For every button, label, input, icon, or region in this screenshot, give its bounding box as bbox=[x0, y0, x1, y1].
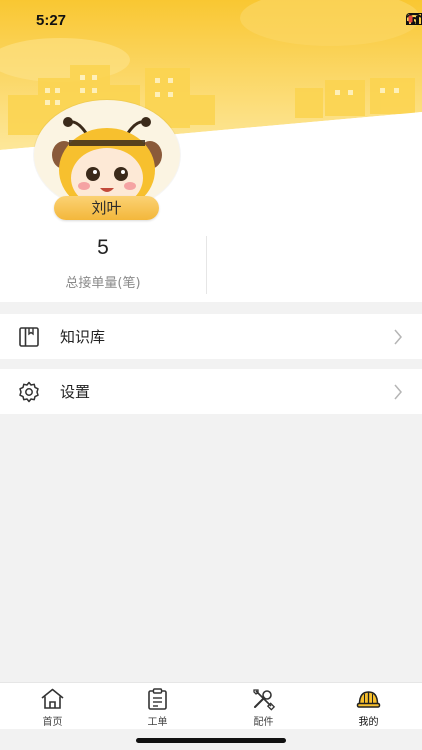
clipboard-icon bbox=[148, 688, 167, 710]
stats-divider bbox=[206, 236, 207, 294]
book-icon bbox=[19, 327, 39, 347]
helmet-icon bbox=[356, 691, 381, 708]
gear-icon bbox=[19, 381, 39, 403]
home-icon bbox=[41, 688, 64, 709]
user-name-badge: 刘叶 bbox=[54, 196, 159, 220]
bee-avatar-icon bbox=[52, 117, 162, 210]
tab-work-orders[interactable]: 工单 bbox=[105, 683, 210, 729]
tools-icon bbox=[253, 689, 276, 711]
total-orders-stat[interactable]: 5 总接单量(笔) bbox=[0, 228, 206, 302]
status-bar: 5:27 bbox=[0, 0, 422, 40]
total-orders-value: 5 bbox=[97, 236, 109, 259]
menu-item-label: 知识库 bbox=[60, 328, 106, 346]
profile-avatar-block[interactable]: 刘叶 bbox=[34, 100, 180, 222]
chevron-right-icon bbox=[394, 384, 402, 400]
tab-label: 首页 bbox=[42, 717, 63, 728]
total-orders-label: 总接单量(笔) bbox=[65, 276, 141, 291]
status-time: 5:27 bbox=[36, 12, 67, 29]
tab-label: 工单 bbox=[147, 717, 168, 728]
tab-parts[interactable]: 配件 bbox=[211, 683, 316, 729]
tab-home[interactable]: 首页 bbox=[0, 683, 105, 729]
tab-mine[interactable]: 我的 bbox=[316, 683, 421, 729]
chevron-right-icon bbox=[394, 329, 402, 345]
tab-label: 我的 bbox=[358, 717, 379, 728]
menu-item-knowledge-base[interactable]: 知识库 bbox=[0, 314, 422, 359]
tab-label: 配件 bbox=[253, 717, 274, 728]
menu-item-settings[interactable]: 设置 bbox=[0, 369, 422, 414]
stats-panel: 5 总接单量(笔) bbox=[0, 228, 422, 302]
battery-icon bbox=[406, 13, 422, 25]
bottom-tab-bar: 首页 工单 配件 我的 bbox=[0, 682, 422, 729]
menu-item-label: 设置 bbox=[60, 383, 91, 401]
home-indicator[interactable] bbox=[136, 738, 286, 743]
avatar bbox=[34, 100, 180, 210]
